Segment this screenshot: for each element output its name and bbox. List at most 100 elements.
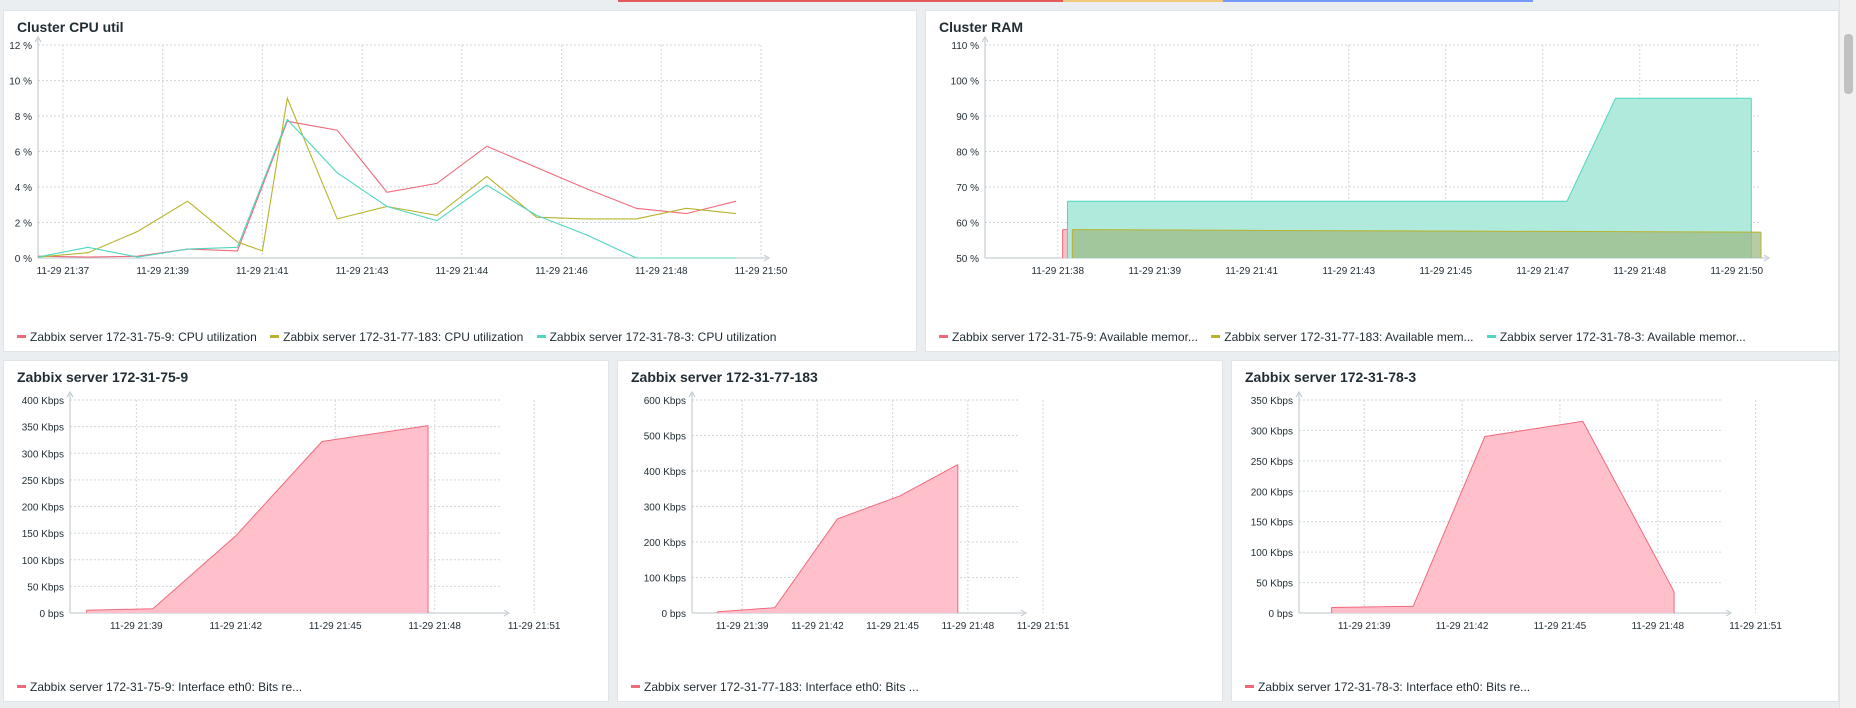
legend-label: Zabbix server 172-31-75-9: CPU utilizati… bbox=[30, 330, 257, 344]
y-tick-label: 250 Kbps bbox=[1251, 457, 1293, 468]
x-tick-label: 11-29 21:48 bbox=[1613, 266, 1666, 277]
y-tick-label: 150 Kbps bbox=[22, 529, 64, 540]
x-tick-label: 11-29 21:43 bbox=[336, 266, 389, 277]
legend-item: Zabbix server 172-31-75-9: Interface eth… bbox=[17, 680, 302, 694]
series-line bbox=[37, 96, 737, 258]
chart-legend: Zabbix server 172-31-75-9: Interface eth… bbox=[17, 680, 312, 696]
legend-label: Zabbix server 172-31-78-3: CPU utilizati… bbox=[549, 330, 777, 344]
widget-cluster-ram[interactable]: Cluster RAM 50 % 60 % 70 % 80 % 90 % 100 % 110… bbox=[925, 10, 1839, 352]
chart-legend: Zabbix server 172-31-77-183: Interface e… bbox=[631, 680, 929, 696]
x-tick-label: 11-29 21:42 bbox=[209, 621, 262, 632]
legend-swatch bbox=[1211, 335, 1221, 339]
legend-item: Zabbix server 172-31-75-9: Available mem… bbox=[939, 330, 1198, 344]
legend-label: Zabbix server 172-31-75-9: Available mem… bbox=[952, 330, 1198, 344]
x-tick-label: 11-29 21:48 bbox=[635, 266, 688, 277]
scrollbar-thumb[interactable] bbox=[1844, 34, 1853, 94]
y-tick-label: 50 Kbps bbox=[27, 582, 64, 593]
x-tick-label: 11-29 21:42 bbox=[1436, 621, 1489, 632]
y-tick-label: 400 Kbps bbox=[644, 467, 686, 478]
series-line bbox=[37, 118, 737, 259]
legend-label: Zabbix server 172-31-77-183: CPU utiliza… bbox=[283, 330, 524, 344]
chart-legend: Zabbix server 172-31-75-9: Available mem… bbox=[939, 330, 1756, 346]
x-tick-label: 11-29 21:50 bbox=[1710, 266, 1763, 277]
chart-legend: Zabbix server 172-31-78-3: Interface eth… bbox=[1245, 680, 1540, 696]
page-scrollbar[interactable] bbox=[1839, 0, 1856, 708]
legend-swatch bbox=[536, 335, 546, 339]
x-tick-label: 11-29 21:50 bbox=[735, 266, 788, 277]
y-tick-label: 8 % bbox=[15, 112, 32, 123]
series-area bbox=[86, 425, 429, 613]
legend-item: Zabbix server 172-31-78-3: Interface eth… bbox=[1245, 680, 1530, 694]
x-tick-label: 11-29 21:38 bbox=[1031, 266, 1084, 277]
y-tick-label: 600 Kbps bbox=[644, 396, 686, 407]
y-tick-label: 100 Kbps bbox=[644, 574, 686, 585]
y-tick-label: 90 % bbox=[956, 112, 979, 123]
x-tick-label: 11-29 21:45 bbox=[309, 621, 362, 632]
x-tick-label: 11-29 21:39 bbox=[136, 266, 189, 277]
legend-swatch bbox=[1245, 685, 1254, 689]
y-tick-label: 0 % bbox=[15, 254, 32, 265]
series-line bbox=[37, 120, 737, 258]
ram-chart[interactable]: 50 % 60 % 70 % 80 % 90 % 100 % 110 % 11-29 21:3… bbox=[926, 11, 1839, 352]
x-tick-label: 11-29 21:45 bbox=[1419, 266, 1472, 277]
y-tick-label: 80 % bbox=[956, 148, 979, 159]
cpu-chart[interactable]: 0 % 2 % 4 % 6 % 8 % 10 % 12 % 11-29 21:37 11-29 … bbox=[4, 11, 917, 352]
x-tick-label: 11-29 21:41 bbox=[236, 266, 289, 277]
x-tick-label: 11-29 21:51 bbox=[1729, 621, 1782, 632]
y-tick-label: 200 Kbps bbox=[644, 538, 686, 549]
status-segment-blue bbox=[1223, 0, 1533, 2]
legend-label: Zabbix server 172-31-78-3: Available mem… bbox=[1499, 330, 1746, 344]
y-tick-label: 12 % bbox=[9, 41, 32, 52]
network-chart[interactable]: 0 bps 50 Kbps 100 Kbps 150 Kbps 200 Kbps 250 … bbox=[1232, 361, 1839, 702]
widget-cluster-cpu[interactable]: Cluster CPU util 0 % 2 % 4 % 6 % 8 % 10 % 12 %… bbox=[3, 10, 917, 352]
legend-item: Zabbix server 172-31-78-3: CPU utilizati… bbox=[536, 330, 777, 344]
y-tick-label: 300 Kbps bbox=[644, 503, 686, 514]
network-chart[interactable]: 0 bps 100 Kbps 200 Kbps 300 Kbps 400 Kbps 500… bbox=[618, 361, 1223, 702]
y-tick-label: 300 Kbps bbox=[22, 449, 64, 460]
y-tick-label: 70 % bbox=[956, 183, 979, 194]
y-tick-label: 100 % bbox=[951, 77, 979, 88]
widget-server-75-9[interactable]: Zabbix server 172-31-75-9 0 bps 50 Kbps 10… bbox=[3, 360, 609, 702]
y-tick-label: 0 bps bbox=[40, 609, 64, 620]
x-tick-label: 11-29 21:48 bbox=[1631, 621, 1684, 632]
top-status-bar bbox=[0, 0, 1856, 3]
y-tick-label: 110 % bbox=[951, 41, 979, 52]
widget-server-77-183[interactable]: Zabbix server 172-31-77-183 0 bps 100 Kbp… bbox=[617, 360, 1223, 702]
y-tick-label: 250 Kbps bbox=[22, 476, 64, 487]
y-tick-label: 6 % bbox=[15, 148, 32, 159]
series-area bbox=[1072, 229, 1761, 258]
x-tick-label: 11-29 21:41 bbox=[1225, 266, 1278, 277]
chart-legend: Zabbix server 172-31-75-9: CPU utilizati… bbox=[17, 330, 786, 346]
x-tick-label: 11-29 21:39 bbox=[1338, 621, 1391, 632]
y-tick-label: 350 Kbps bbox=[22, 423, 64, 434]
legend-swatch bbox=[17, 335, 26, 339]
legend-swatch bbox=[631, 685, 640, 689]
y-tick-label: 100 Kbps bbox=[22, 556, 64, 567]
widget-server-78-3[interactable]: Zabbix server 172-31-78-3 0 bps 50 Kbps 10… bbox=[1231, 360, 1839, 702]
y-tick-label: 100 Kbps bbox=[1251, 548, 1293, 559]
y-tick-label: 10 % bbox=[9, 77, 32, 88]
series-area bbox=[1331, 421, 1675, 613]
x-tick-label: 11-29 21:51 bbox=[508, 621, 561, 632]
legend-label: Zabbix server 172-31-75-9: Interface eth… bbox=[30, 680, 303, 694]
x-tick-label: 11-29 21:45 bbox=[866, 621, 919, 632]
y-tick-label: 60 % bbox=[956, 219, 979, 230]
network-chart[interactable]: 0 bps 50 Kbps 100 Kbps 150 Kbps 200 Kbps 250 … bbox=[4, 361, 609, 702]
legend-label: Zabbix server 172-31-77-183: Available m… bbox=[1224, 330, 1474, 344]
y-tick-label: 300 Kbps bbox=[1251, 426, 1293, 437]
y-tick-label: 50 % bbox=[956, 254, 979, 265]
x-tick-label: 11-29 21:39 bbox=[1128, 266, 1181, 277]
y-tick-label: 0 bps bbox=[1269, 609, 1293, 620]
x-tick-label: 11-29 21:48 bbox=[942, 621, 995, 632]
y-tick-label: 150 Kbps bbox=[1251, 518, 1293, 529]
y-tick-label: 350 Kbps bbox=[1251, 396, 1293, 407]
legend-item: Zabbix server 172-31-77-183: Interface e… bbox=[631, 680, 919, 694]
legend-item: Zabbix server 172-31-77-183: Available m… bbox=[1211, 330, 1474, 344]
legend-item: Zabbix server 172-31-77-183: CPU utiliza… bbox=[270, 330, 523, 344]
x-tick-label: 11-29 21:43 bbox=[1322, 266, 1375, 277]
y-tick-label: 500 Kbps bbox=[644, 432, 686, 443]
x-tick-label: 11-29 21:39 bbox=[110, 621, 163, 632]
y-tick-label: 4 % bbox=[15, 183, 32, 194]
series-area bbox=[717, 464, 958, 613]
legend-item: Zabbix server 172-31-75-9: CPU utilizati… bbox=[17, 330, 257, 344]
